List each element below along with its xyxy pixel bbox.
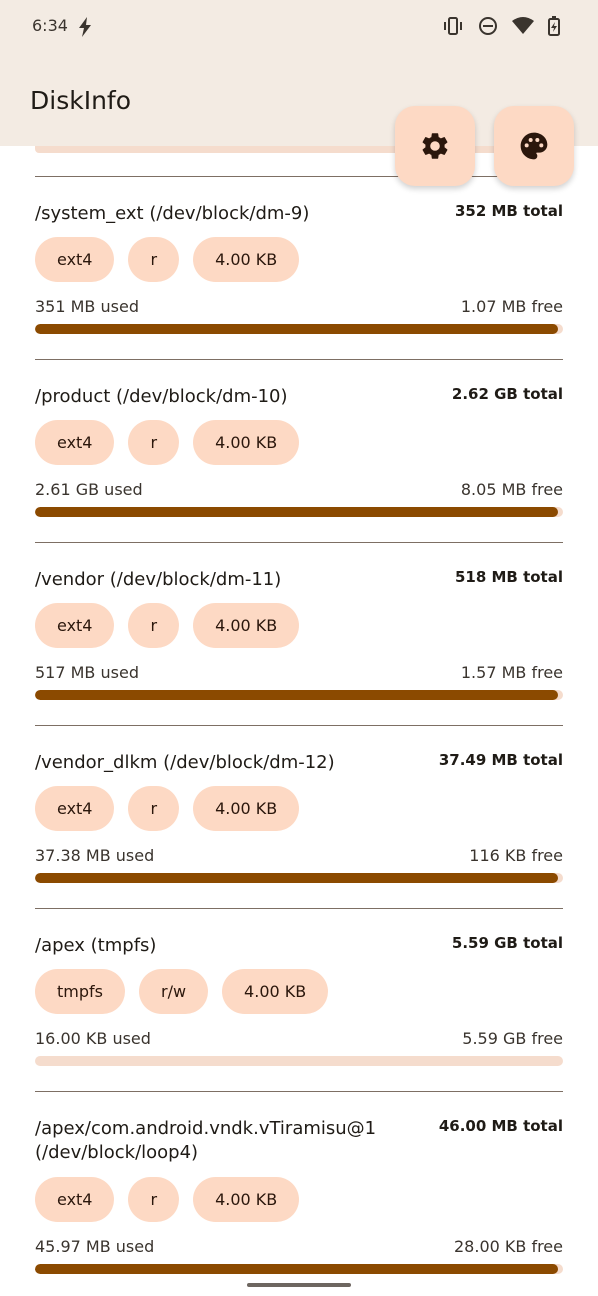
- access-mode-chip[interactable]: r/w: [138, 969, 209, 1014]
- filesystem-chip[interactable]: ext4: [35, 237, 115, 282]
- mount-point: /system_ext (/dev/block/dm-9): [35, 203, 310, 224]
- access-mode-chip[interactable]: r: [128, 786, 180, 831]
- used-space: 517 MB used: [35, 663, 139, 682]
- block-size-chip[interactable]: 4.00 KB: [193, 237, 300, 282]
- used-space: 37.38 MB used: [35, 846, 155, 865]
- disk-entry: /vendor (/dev/block/dm-11) 518 MB total ex…: [35, 542, 563, 725]
- disk-entry: /apex (tmpfs) 5.59 GB total tmpfs r/w 4.00 K…: [35, 908, 563, 1091]
- app-title: DiskInfo: [30, 86, 132, 115]
- mount-point: /product (/dev/block/dm-10): [35, 386, 288, 407]
- total-size: 46.00 MB total: [438, 1117, 563, 1135]
- total-size: 518 MB total: [454, 568, 563, 586]
- filesystem-chip[interactable]: ext4: [35, 603, 115, 648]
- usage-bar-fill: [35, 1264, 558, 1274]
- status-bar: 6:34: [0, 0, 598, 56]
- used-space: 45.97 MB used: [35, 1237, 155, 1256]
- used-space: 2.61 GB used: [35, 480, 143, 499]
- divider: [35, 1091, 563, 1092]
- used-space: 16.00 KB used: [35, 1029, 151, 1048]
- access-mode-chip[interactable]: r: [128, 1177, 180, 1222]
- usage-bar-fill: [35, 873, 558, 883]
- filesystem-chip[interactable]: ext4: [35, 420, 115, 465]
- block-size-chip[interactable]: 4.00 KB: [193, 786, 300, 831]
- wifi-icon: [512, 17, 534, 34]
- divider: [35, 359, 563, 360]
- flash-icon: [79, 17, 91, 37]
- access-mode-chip[interactable]: r: [128, 603, 180, 648]
- divider: [35, 542, 563, 543]
- usage-bar: [35, 690, 563, 700]
- gesture-nav-handle[interactable]: [247, 1283, 351, 1287]
- battery-icon: [548, 16, 560, 36]
- free-space: 5.59 GB free: [462, 1029, 563, 1048]
- palette-icon: [520, 132, 548, 160]
- disk-entry: /product (/dev/block/dm-10) 2.62 GB total…: [35, 359, 563, 542]
- free-space: 8.05 MB free: [460, 480, 563, 499]
- mount-point: /vendor_dlkm (/dev/block/dm-12): [35, 752, 335, 773]
- usage-bar: [35, 507, 563, 517]
- mount-point: /apex/com.android.vndk.vTiramisu@1 (/dev…: [35, 1118, 377, 1163]
- filesystem-chip[interactable]: ext4: [35, 1177, 115, 1222]
- usage-bar-fill: [35, 690, 558, 700]
- access-mode-chip[interactable]: r: [128, 420, 180, 465]
- filesystem-chip[interactable]: ext4: [35, 786, 115, 831]
- usage-bar: [35, 1056, 563, 1066]
- divider: [35, 908, 563, 909]
- mount-point: /apex (tmpfs): [35, 935, 157, 956]
- block-size-chip[interactable]: 4.00 KB: [222, 969, 329, 1014]
- vibrate-icon: [444, 17, 462, 35]
- free-space: 1.07 MB free: [460, 297, 563, 316]
- total-size: 2.62 GB total: [451, 385, 563, 403]
- access-mode-chip[interactable]: r: [128, 237, 180, 282]
- gear-icon: [422, 133, 448, 159]
- used-space: 351 MB used: [35, 297, 139, 316]
- theme-palette-button[interactable]: [494, 106, 574, 186]
- chip-row: ext4 r 4.00 KB: [35, 237, 300, 282]
- divider: [35, 725, 563, 726]
- mount-point: /vendor (/dev/block/dm-11): [35, 569, 282, 590]
- usage-bar: [35, 1264, 563, 1274]
- usage-bar: [35, 873, 563, 883]
- disk-entry: /apex/com.android.vndk.vTiramisu@1 (/dev…: [35, 1091, 563, 1296]
- block-size-chip[interactable]: 4.00 KB: [193, 1177, 300, 1222]
- do-not-disturb-icon: [479, 17, 497, 35]
- chip-row: ext4 r 4.00 KB: [35, 420, 300, 465]
- total-size: 352 MB total: [454, 202, 563, 220]
- block-size-chip[interactable]: 4.00 KB: [193, 603, 300, 648]
- total-size: 37.49 MB total: [438, 751, 563, 769]
- divider: [35, 176, 563, 177]
- disk-entry: /vendor_dlkm (/dev/block/dm-12) 37.49 MB …: [35, 725, 563, 908]
- settings-button[interactable]: [395, 106, 475, 186]
- total-size: 5.59 GB total: [451, 934, 563, 952]
- disk-list[interactable]: /system_ext (/dev/block/dm-9) 352 MB tota…: [0, 146, 598, 1296]
- chip-row: ext4 r 4.00 KB: [35, 786, 300, 831]
- usage-bar: [35, 324, 563, 334]
- status-time: 6:34: [32, 16, 68, 35]
- usage-bar-partial: [35, 146, 563, 153]
- chip-row: ext4 r 4.00 KB: [35, 1177, 300, 1222]
- chip-row: tmpfs r/w 4.00 KB: [35, 969, 329, 1014]
- block-size-chip[interactable]: 4.00 KB: [193, 420, 300, 465]
- free-space: 116 KB free: [469, 846, 563, 865]
- filesystem-chip[interactable]: tmpfs: [35, 969, 125, 1014]
- usage-bar-fill: [35, 324, 558, 334]
- free-space: 28.00 KB free: [454, 1237, 563, 1256]
- disk-entry: /system_ext (/dev/block/dm-9) 352 MB tota…: [35, 176, 563, 359]
- usage-bar-fill: [35, 507, 558, 517]
- free-space: 1.57 MB free: [460, 663, 563, 682]
- chip-row: ext4 r 4.00 KB: [35, 603, 300, 648]
